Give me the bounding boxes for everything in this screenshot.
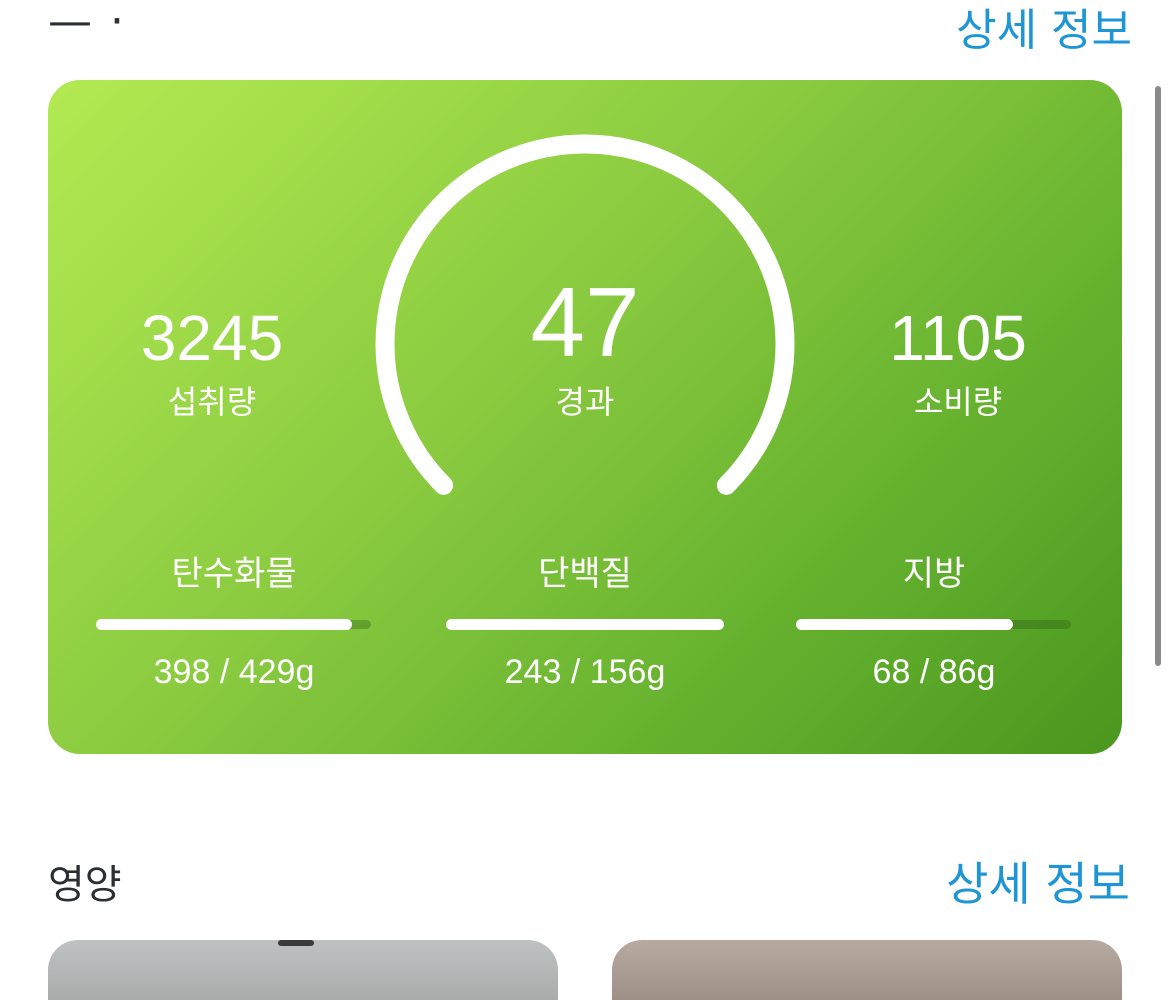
fat-progress-fill [796,619,1014,630]
thumbnail-detail [278,940,314,946]
scrollbar[interactable] [1155,86,1161,666]
protein-label: 단백질 [538,554,632,594]
protein-value: 243 / 156g [504,653,666,691]
fat-label: 지방 [902,554,966,594]
carbs-label: 탄수화물 [171,554,297,594]
nutrition-card-thumbnail-2[interactable] [612,940,1122,1000]
remaining-value: 47 [530,267,640,377]
nutrition-card-thumbnail-1[interactable] [48,940,558,1000]
carbs-progress-fill [96,619,352,630]
nutrition-section-title: 영양 [48,862,122,908]
previous-section-title: — · [48,0,126,47]
fat-progress-track [796,619,1071,630]
burned-label: 소비량 [913,383,1003,421]
carbs-progress-track [96,619,371,630]
intake-value: 3245 [140,302,284,374]
remaining-label: 경과 [555,383,615,421]
burned-value: 1105 [889,302,1027,374]
previous-section-detail-link[interactable]: 상세 정보 [956,0,1132,50]
fat-value: 68 / 86g [872,653,996,691]
calorie-summary-card[interactable]: 3245 섭취량 47 경과 1105 소비량 탄수화물 398 / 429g … [48,80,1122,754]
previous-section-header: — · 상세 정보 [0,0,1170,50]
protein-progress-fill [446,619,724,630]
protein-progress-track [446,619,724,630]
nutrition-detail-link[interactable]: 상세 정보 [946,856,1130,912]
intake-label: 섭취량 [167,383,257,421]
carbs-value: 398 / 429g [153,653,315,691]
